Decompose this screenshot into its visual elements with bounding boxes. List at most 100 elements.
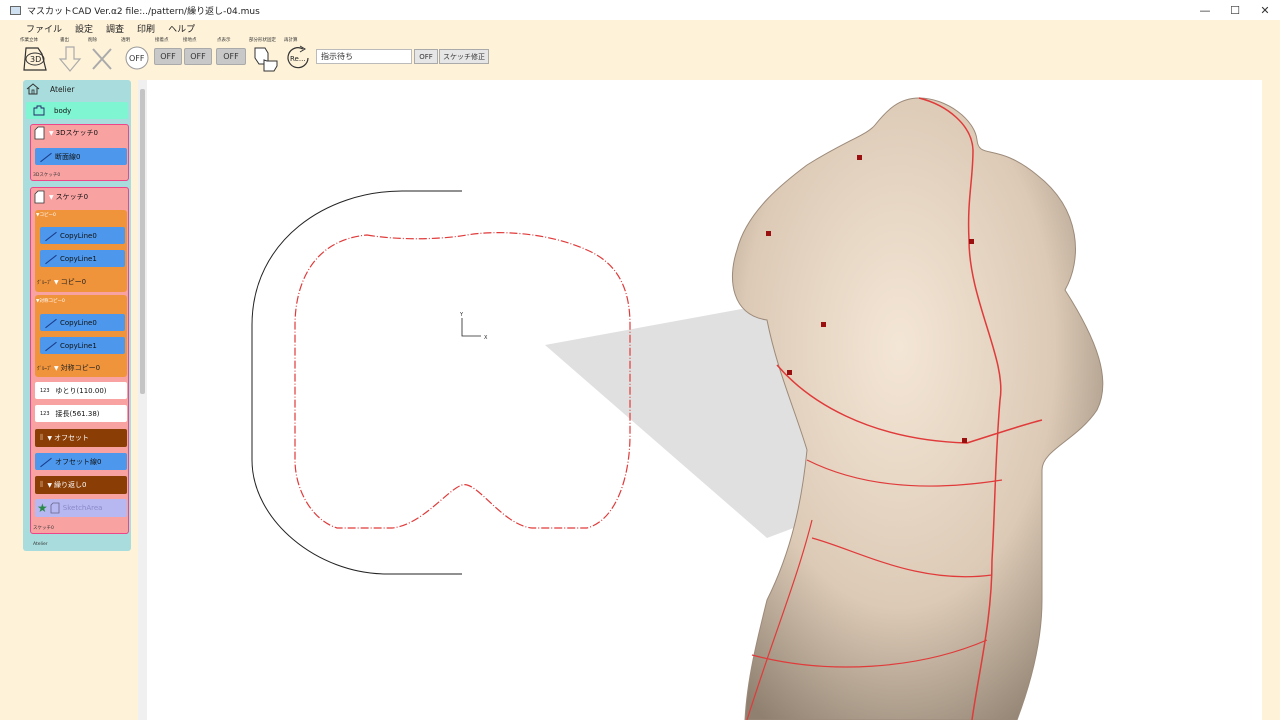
body-icon: [33, 105, 45, 115]
tree-root-atelier[interactable]: Atelier: [26, 82, 74, 96]
tool-delete-label: 削除: [88, 38, 97, 43]
maximize-button[interactable]: ☐: [1220, 0, 1250, 20]
toggle-label-3: 点表示: [217, 38, 231, 43]
tool-transparency[interactable]: 透明 OFF: [121, 36, 152, 76]
line-icon: [44, 341, 56, 351]
repeat-icon: ⫴: [40, 480, 44, 489]
menu-help[interactable]: ヘルプ: [168, 22, 195, 35]
tool-recalc[interactable]: 再計算 Re...: [284, 36, 313, 76]
pattern-outline: [251, 190, 462, 575]
tree-item-sym-copyline0[interactable]: CopyLine0: [40, 314, 125, 331]
viewport-canvas[interactable]: Y X: [147, 80, 1262, 720]
app-window: マスカットCAD Ver.α2 file:../pattern/繰り返し-04.…: [0, 0, 1280, 720]
copyline1-label: CopyLine1: [60, 254, 97, 263]
tree-item-copyline1[interactable]: CopyLine1: [40, 250, 125, 267]
offset-line-label: オフセット線0: [55, 457, 102, 466]
param-ease-label: ゆとり(110.00): [55, 386, 107, 395]
menu-print[interactable]: 印刷: [137, 22, 155, 35]
menu-file[interactable]: ファイル: [26, 22, 62, 35]
tree-item-copyline0[interactable]: CopyLine0: [40, 227, 125, 244]
delete-x-icon: [92, 48, 112, 70]
pattern-dash-contour: [294, 232, 631, 529]
param-length-label: 接長(561.38): [55, 409, 100, 418]
atelier-label: Atelier: [50, 84, 75, 94]
page-icon: [50, 502, 60, 514]
tool-fix-shape[interactable]: 部分形状固定: [249, 36, 280, 76]
tool-recalc-label: 再計算: [284, 38, 298, 43]
marker-point[interactable]: [766, 231, 771, 236]
sketch-area-label: SketchArea: [62, 504, 103, 512]
collapse-arrow-icon[interactable]: ▼: [47, 482, 52, 489]
symcopy-group-header[interactable]: ▼対称コピー0: [36, 298, 65, 304]
number-badge-icon: 123: [40, 410, 50, 417]
tree-item-repeat0[interactable]: ⫴ ▼ 繰り返し0: [35, 476, 127, 494]
offset-icon: ⫴: [40, 433, 44, 442]
tool-3d-text: 3D: [30, 55, 41, 64]
copyline0-label: CopyLine0: [60, 231, 97, 240]
copy-group-header[interactable]: ▼コピー0: [36, 212, 56, 218]
tree-item-sym-copyline1[interactable]: CopyLine1: [40, 337, 125, 354]
collapse-arrow-icon[interactable]: ▼: [47, 435, 52, 442]
panel-scrollbar[interactable]: [138, 80, 147, 720]
collapse-arrow-icon[interactable]: ▼: [49, 194, 54, 201]
down-arrow-icon: [58, 46, 82, 72]
scene-svg: Y X: [251, 97, 1104, 720]
minimize-button[interactable]: —: [1190, 0, 1220, 20]
line-icon: [44, 318, 56, 328]
marker-point[interactable]: [821, 322, 826, 327]
sketch-label: スケッチ0: [55, 193, 89, 201]
tree-item-param-length[interactable]: 123 接長(561.38): [35, 405, 127, 422]
tree-item-sketch0[interactable]: ▼ スケッチ0: [31, 189, 127, 205]
body-label: body: [54, 106, 72, 115]
tree-item-offset-line0[interactable]: オフセット線0: [35, 453, 127, 470]
menu-settings[interactable]: 設定: [75, 22, 93, 35]
number-badge-icon: 123: [40, 387, 50, 394]
3dsketch-label: 3Dスケッチ0: [55, 129, 98, 137]
section-line-label: 断面線0: [55, 152, 81, 161]
tool-export[interactable]: 書出: [57, 36, 83, 76]
axis-x-label: X: [484, 335, 488, 341]
tree-item-param-ease[interactable]: 123 ゆとり(110.00): [35, 382, 127, 399]
symcopy-group-footer[interactable]: ｸﾞﾙｰﾌﾟ ▼ 対称コピー0: [37, 362, 100, 374]
tool-transparency-label: 透明: [121, 38, 130, 43]
line-icon: [44, 254, 56, 264]
toggle-button-1[interactable]: OFF: [154, 48, 182, 65]
tree-item-sketch-area[interactable]: ★ SketchArea: [35, 499, 127, 517]
marker-point[interactable]: [857, 155, 862, 160]
sketch-3d-icon: [34, 126, 45, 140]
status-input[interactable]: 指示待ち: [316, 49, 412, 64]
tool-3d[interactable]: 作業立体 3D: [20, 36, 52, 76]
tree-item-offset[interactable]: ⫴ ▼ オフセット: [35, 429, 127, 447]
marker-point[interactable]: [787, 370, 792, 375]
status-off-button[interactable]: OFF: [414, 49, 438, 64]
line-icon: [39, 457, 51, 467]
3dsketch-footer: 3Dスケッチ0: [33, 173, 61, 178]
tool-3d-label: 作業立体: [20, 38, 38, 43]
tree-item-body[interactable]: body: [26, 102, 128, 119]
tool-fix-shape-label: 部分形状固定: [249, 38, 276, 43]
marker-point[interactable]: [962, 438, 967, 443]
close-button[interactable]: ✕: [1250, 0, 1280, 20]
sketch-fix-button[interactable]: スケッチ修正: [439, 49, 489, 64]
toggle-button-2[interactable]: OFF: [184, 48, 212, 65]
right-gutter: [1262, 80, 1280, 720]
toggle-label-2: 接地点: [183, 38, 197, 43]
sketch-footer: スケッチ0: [33, 526, 54, 531]
tool-export-label: 書出: [60, 38, 69, 43]
tree-item-3dsketch0[interactable]: ▼ 3Dスケッチ0: [31, 125, 127, 141]
sym-copyline0-label: CopyLine0: [60, 318, 97, 327]
line-icon: [44, 231, 56, 241]
repeat-label: 繰り返し0: [54, 481, 87, 489]
copy-group-footer[interactable]: ｸﾞﾙｰﾌﾟ ▼ コピー0: [37, 276, 86, 288]
marker-point[interactable]: [969, 239, 974, 244]
house-icon: [26, 83, 40, 95]
panel-footer: Atelier: [33, 542, 48, 547]
app-icon: [10, 5, 21, 15]
tree-item-section-line0[interactable]: 断面線0: [35, 148, 127, 165]
toggle-button-3[interactable]: OFF: [216, 48, 246, 65]
tool-delete[interactable]: 削除: [88, 36, 115, 76]
scrollbar-thumb[interactable]: [140, 89, 145, 394]
menu-bar: ファイル 設定 調査 印刷 ヘルプ: [0, 20, 1280, 36]
menu-inspect[interactable]: 調査: [106, 22, 124, 35]
collapse-arrow-icon[interactable]: ▼: [49, 130, 54, 137]
